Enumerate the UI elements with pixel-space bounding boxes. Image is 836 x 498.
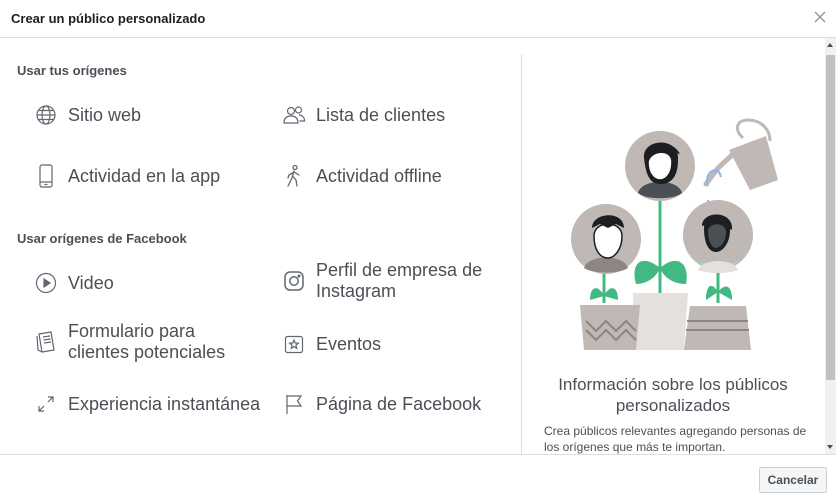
scrollbar-thumb[interactable] <box>826 55 835 380</box>
source-option-lead-form[interactable]: Formulario para clientes potenciales <box>34 321 258 363</box>
person-avatar-left <box>571 204 641 274</box>
watering-can-icon <box>703 118 778 190</box>
walking-person-icon <box>282 164 306 188</box>
mobile-icon <box>34 164 58 188</box>
source-option-label: Actividad en la app <box>68 165 221 186</box>
expand-icon <box>34 392 58 416</box>
scroll-up-arrow-icon[interactable] <box>827 43 833 47</box>
dialog-title: Crear un público personalizado <box>11 11 206 26</box>
info-description: Crea públicos relevantes agregando perso… <box>544 424 807 454</box>
source-option-facebook-page[interactable]: Página de Facebook <box>282 392 481 416</box>
info-title: Información sobre los públicos personali… <box>558 375 788 415</box>
source-option-label: Experiencia instantánea <box>68 393 261 414</box>
source-option-app-activity[interactable]: Actividad en la app <box>34 164 220 188</box>
globe-icon <box>34 103 58 127</box>
own-sources-heading: Usar tus orígenes <box>17 63 127 78</box>
close-icon[interactable] <box>810 7 830 27</box>
cancel-button[interactable]: Cancelar <box>759 467 827 493</box>
source-option-video[interactable]: Video <box>34 271 114 295</box>
form-icon <box>34 330 58 354</box>
scroll-down-arrow-icon[interactable] <box>827 445 833 449</box>
source-option-label: Eventos <box>316 333 382 354</box>
source-option-customer-list[interactable]: Lista de clientes <box>282 103 445 127</box>
person-avatar-top <box>625 131 695 201</box>
source-option-label: Sitio web <box>68 104 142 125</box>
source-option-offline-activity[interactable]: Actividad offline <box>282 164 442 188</box>
dialog-footer: Cancelar <box>0 454 836 498</box>
source-option-events[interactable]: Eventos <box>282 332 381 356</box>
info-pane-scrollbar[interactable] <box>825 38 836 454</box>
people-icon <box>282 103 306 127</box>
custom-audience-illustration <box>571 118 778 350</box>
play-icon <box>34 271 58 295</box>
source-option-website[interactable]: Sitio web <box>34 103 141 127</box>
facebook-sources-heading: Usar orígenes de Facebook <box>17 231 187 246</box>
source-option-label: Perfil de empresa de Instagram <box>316 260 483 301</box>
source-option-instant-experience[interactable]: Experiencia instantánea <box>34 392 260 416</box>
flag-icon <box>282 392 306 416</box>
source-option-label: Video <box>68 272 114 293</box>
sources-pane: Usar tus orígenes Sitio web Lista de cli… <box>0 38 521 454</box>
source-option-instagram[interactable]: Perfil de empresa de Instagram <box>282 260 506 302</box>
person-avatar-right <box>683 200 753 273</box>
instagram-icon <box>282 269 306 293</box>
event-star-icon <box>282 332 306 356</box>
source-option-label: Página de Facebook <box>316 393 482 414</box>
source-option-label: Actividad offline <box>316 165 442 186</box>
dialog-header: Crear un público personalizado <box>0 0 836 38</box>
info-pane: Información sobre los públicos personali… <box>522 38 824 454</box>
source-option-label: Lista de clientes <box>316 104 446 125</box>
source-option-label: Formulario para clientes potenciales <box>68 321 226 362</box>
